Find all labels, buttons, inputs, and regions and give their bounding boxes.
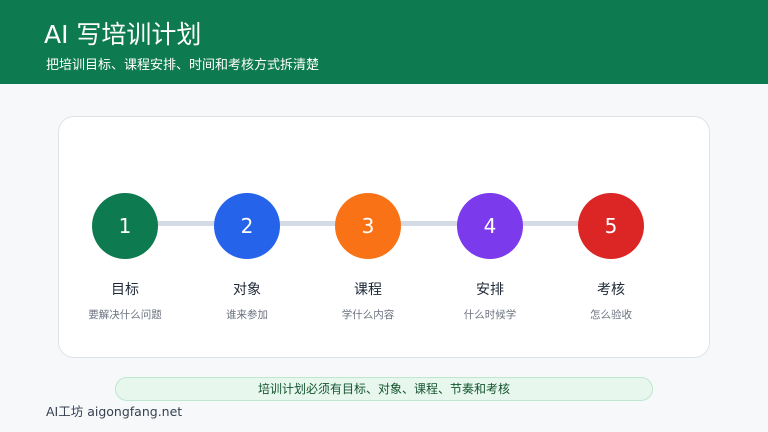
step-goal: 1 目标 要解决什么问题 [65,193,185,323]
step-number-badge: 2 [214,193,280,259]
step-audience: 2 对象 谁来参加 [187,193,307,323]
step-title: 对象 [233,282,261,298]
step-description: 要解决什么问题 [88,309,162,321]
step-schedule: 4 安排 什么时候学 [430,193,550,323]
step-description: 学什么内容 [341,309,395,321]
page-title: AI 写培训计划 [44,20,202,49]
step-number-badge: 5 [578,193,644,259]
footer-brand: AI工坊 aigongfang.net [46,404,183,419]
header-banner: AI 写培训计划 把培训目标、课程安排、时间和考核方式拆清楚 [0,0,768,84]
steps-card: 1 目标 要解决什么问题 2 对象 谁来参加 3 课程 学什么内容 4 安排 什… [58,116,710,358]
step-assessment: 5 考核 怎么验收 [551,193,671,323]
step-description: 什么时候学 [463,309,517,321]
step-course: 3 课程 学什么内容 [308,193,428,323]
page-subtitle: 把培训目标、课程安排、时间和考核方式拆清楚 [46,58,320,73]
summary-banner: 培训计划必须有目标、对象、课程、节奏和考核 [115,377,653,401]
step-description: 怎么验收 [590,309,632,321]
step-title: 安排 [476,282,504,298]
step-description: 谁来参加 [226,309,268,321]
step-number-badge: 3 [335,193,401,259]
step-title: 考核 [597,282,625,298]
step-number-badge: 1 [92,193,158,259]
step-title: 课程 [354,282,382,298]
step-title: 目标 [111,282,139,298]
step-number-badge: 4 [457,193,523,259]
